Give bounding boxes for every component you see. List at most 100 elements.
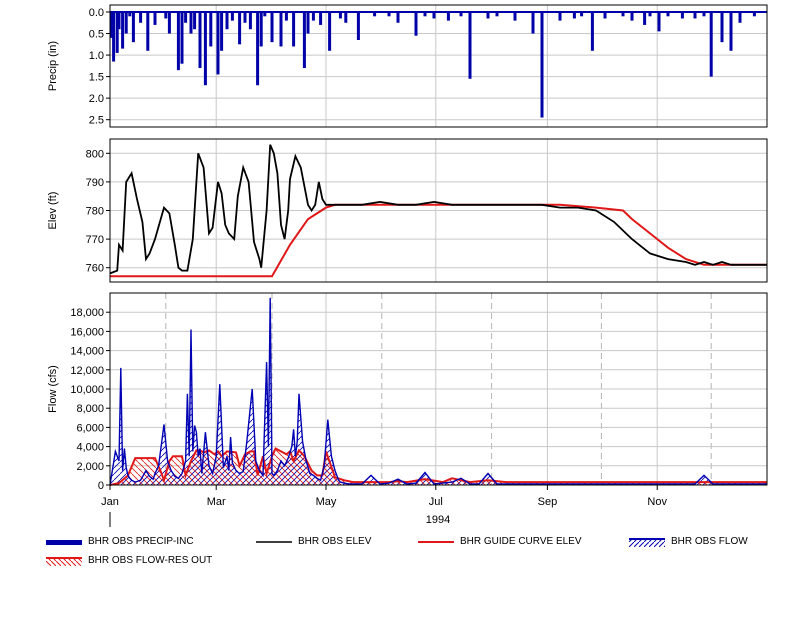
precip-bar [139,12,143,23]
y-tick-label: 760 [86,263,104,275]
y-tick-label: 2.0 [89,93,104,105]
precip-bar [729,12,733,51]
precip-bar [184,12,188,23]
obs-flow-line [109,297,767,486]
chart-canvas: 0.0 0.5 1.0 1.5 2.0 2.5 Precip (in) 760 770 780 79… [47,4,768,527]
y-tick-label: 12,000 [70,365,104,377]
elevation-panel: 760 770 780 790 800 Elev (ft) [47,138,768,283]
y-tick-label: 790 [86,177,104,189]
precip-bar [209,12,213,47]
precip-bar [270,12,274,43]
y-tick-label: 4,000 [76,442,104,454]
precip-bar [311,12,315,21]
precip-bar [558,12,562,21]
y-axis-label: Elev (ft) [47,192,59,230]
y-tick-label: 18,000 [70,307,104,319]
precip-bar [284,12,288,21]
res-out-area [110,448,767,485]
legend-item-guide-curve: BHR GUIDE CURVE ELEV [418,536,582,547]
precip-bar [112,12,116,62]
guide-curve-line [110,203,767,278]
y-tick-label: 800 [86,148,104,160]
precip-bar [230,12,234,21]
precip-bar [189,12,193,34]
y-tick-label: 6,000 [76,422,104,434]
hatched-area-icon [629,537,665,547]
plot-frame [109,4,768,128]
y-axis-label: Flow (cfs) [47,365,59,413]
x-tick-label: Sep [538,496,558,508]
precip-bar [176,12,180,71]
precip-bar [720,12,724,43]
y-tick-label: 1.0 [89,50,104,62]
precip-bar [238,12,242,45]
precip-bar [319,12,323,25]
y-tick-label: 780 [86,206,104,218]
precip-bar [193,12,197,30]
y-axis-label: Precip (in) [47,41,59,91]
precip-bar [198,12,202,68]
precip-bar [292,12,296,47]
precip-bar [220,12,224,51]
x-tick-label: Jan [101,496,119,508]
precip-bar [590,12,594,51]
precip-bar [513,12,517,21]
line-icon [418,540,454,543]
precip-panel: 0.0 0.5 1.0 1.5 2.0 2.5 Precip (in) [47,4,768,128]
legend-label: BHR OBS ELEV [298,536,372,547]
y-tick-label: 2.5 [89,115,104,127]
legend-item-obs-elev: BHR OBS ELEV [256,536,371,547]
x-tick-label: Jul [429,496,443,508]
precip-bar [414,12,418,36]
y-tick-label: 2,000 [76,461,104,473]
precip-bar [203,12,207,86]
precip-bar [468,12,472,79]
precip-bar [256,12,260,86]
legend-item-res-out: BHR OBS FLOW-RES OUT [46,555,212,566]
precip-bar [328,12,332,51]
precip-bar [738,12,742,23]
precip-bar [131,12,135,43]
y-tick-label: 8,000 [76,403,104,415]
precip-bar [709,12,713,77]
precip-bar [124,12,128,34]
precip-bar [302,12,306,68]
precip-bar [216,12,220,75]
precip-bar [446,12,450,21]
y-tick-label: 14,000 [70,346,104,358]
y-tick-label: 0.0 [89,7,104,19]
precip-bar [356,12,360,40]
precip-bar [531,12,535,34]
precip-bar [306,12,310,34]
precip-bar [630,12,634,21]
x-tick-label: Nov [647,496,667,508]
flow-panel: 0 2,000 4,000 6,000 8,000 10,000 12,000 14,000 1… [47,292,768,492]
y-tick-label: 770 [86,234,104,246]
x-tick-label: Mar [207,496,226,508]
obs-elev-line [109,144,767,275]
precip-bar [225,12,229,30]
line-icon [256,540,292,543]
legend-item-obs-flow: BHR OBS FLOW [629,536,748,547]
legend-label: BHR OBS FLOW-RES OUT [88,555,213,566]
precip-bar [396,12,400,23]
legend-label: BHR GUIDE CURVE ELEV [460,536,582,547]
precip-bar [117,12,121,30]
x-tick-label: May [316,496,337,508]
precip-bar [153,12,157,25]
y-tick-label: 0.5 [89,29,104,41]
precip-bar [279,12,283,47]
precip-bar [180,12,184,64]
y-tick-label: 1.5 [89,72,104,84]
precip-bar [243,12,247,23]
legend-label: BHR OBS PRECIP-INC [88,536,194,547]
precip-bar [248,12,252,30]
legend-item-precip: BHR OBS PRECIP-INC [46,536,194,547]
precip-bar [146,12,150,51]
hatched-area-icon [46,556,82,566]
y-tick-label: 10,000 [70,384,104,396]
y-tick-label: 16,000 [70,326,104,338]
precip-bar [540,12,544,118]
precip-bar [657,12,661,32]
precip-bar [259,12,263,47]
